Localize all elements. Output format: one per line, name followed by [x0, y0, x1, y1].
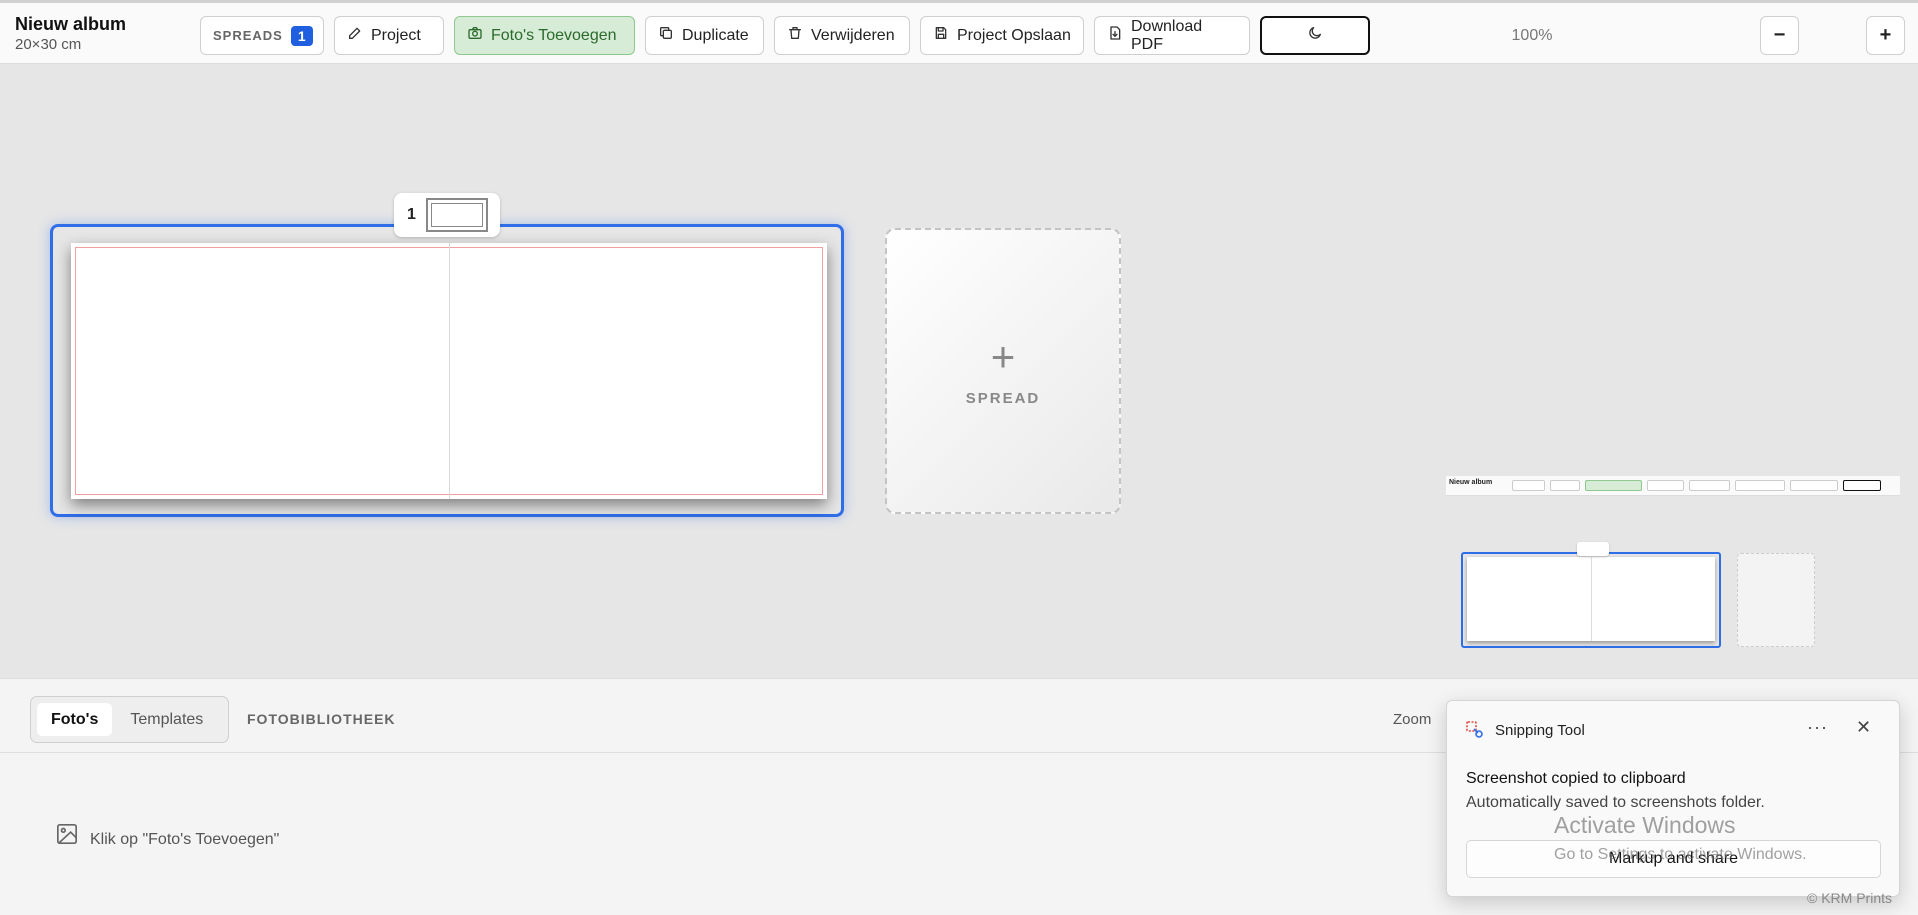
delete-button[interactable]: Verwijderen [774, 16, 910, 55]
spread-fold-line [449, 243, 450, 499]
moon-icon [1307, 25, 1323, 46]
spread-thumbnail [425, 198, 488, 232]
top-toolbar: Nieuw album 20×30 cm SPREADS 1 Project F… [0, 0, 1918, 64]
preview-spread-tab [1577, 542, 1609, 556]
save-icon [933, 25, 949, 46]
spreads-counter[interactable]: SPREADS 1 [200, 16, 324, 55]
preview-button [1585, 480, 1642, 491]
download-pdf-button[interactable]: Download PDF [1094, 16, 1250, 55]
preview-add-spread [1737, 553, 1815, 647]
save-label: Project Opslaan [957, 26, 1071, 44]
delete-label: Verwijderen [811, 26, 895, 44]
notification-app-name: Snipping Tool [1495, 722, 1585, 739]
image-icon [56, 823, 78, 845]
more-options-icon[interactable]: ··· [1807, 717, 1828, 738]
screenshot-preview: Nieuw album [1446, 476, 1900, 676]
activate-windows-title: Activate Windows [1554, 812, 1736, 838]
spreads-label: SPREADS [213, 28, 283, 43]
zoom-out-button[interactable]: − [1760, 16, 1799, 55]
duplicate-button[interactable]: Duplicate [645, 16, 764, 55]
project-label: Project [371, 26, 421, 44]
spread-card[interactable] [50, 224, 844, 517]
preview-button [1790, 480, 1838, 491]
preview-button [1550, 480, 1580, 491]
spread-number: 1 [407, 206, 416, 223]
save-project-button[interactable]: Project Opslaan [920, 16, 1084, 55]
preview-button [1735, 480, 1785, 491]
plus-icon: + [990, 332, 1016, 380]
add-spread-label: SPREAD [965, 389, 1041, 407]
preview-button [1689, 480, 1730, 491]
tab-photos[interactable]: Foto's [37, 703, 113, 736]
panel-tabs: Foto's Templates [30, 696, 229, 743]
zoom-in-button[interactable]: + [1866, 16, 1905, 55]
empty-library-hint: Klik op "Foto's Toevoegen" [90, 831, 280, 848]
file-download-icon [1107, 25, 1123, 46]
tab-templates[interactable]: Templates [116, 703, 217, 736]
album-title: Nieuw album [15, 14, 127, 34]
add-spread-button[interactable]: + SPREAD [885, 228, 1121, 514]
library-label: FOTOBIBLIOTHEEK [247, 711, 396, 727]
spread-tab[interactable]: 1 [394, 193, 500, 237]
snipping-tool-icon [1466, 721, 1484, 739]
preview-page [1467, 557, 1715, 641]
preview-title: Nieuw album [1449, 479, 1493, 486]
copy-icon [658, 25, 674, 46]
footer-credit: © KRM Prints [1807, 890, 1892, 906]
project-button[interactable]: Project [334, 16, 444, 55]
preview-button [1647, 480, 1684, 491]
close-icon[interactable]: ✕ [1856, 717, 1871, 738]
preview-button [1843, 480, 1881, 491]
preview-toolbar: Nieuw album [1446, 476, 1900, 496]
zoom-level: 100% [1511, 27, 1553, 44]
camera-icon [467, 25, 483, 46]
dark-mode-toggle[interactable] [1260, 16, 1370, 55]
add-photos-button[interactable]: Foto's Toevoegen [454, 16, 635, 55]
activate-windows-subtitle: Go to Settings to activate Windows. [1554, 846, 1807, 863]
notification-message: Automatically saved to screenshots folde… [1466, 794, 1765, 811]
download-label: Download PDF [1131, 17, 1203, 53]
snipping-tool-notification[interactable]: Snipping Tool ··· ✕ Screenshot copied to… [1446, 700, 1900, 897]
duplicate-label: Duplicate [682, 26, 749, 44]
add-photos-label: Foto's Toevoegen [491, 26, 617, 44]
preview-spread [1461, 552, 1721, 648]
panel-zoom-label: Zoom [1393, 711, 1432, 728]
spreads-count-badge: 1 [290, 25, 313, 46]
preview-fold-line [1591, 557, 1592, 641]
trash-icon [787, 25, 803, 46]
notification-title: Screenshot copied to clipboard [1466, 770, 1686, 787]
pencil-icon [347, 25, 363, 46]
album-size: 20×30 cm [15, 36, 82, 53]
spread-page[interactable] [71, 243, 827, 499]
preview-button [1512, 480, 1545, 491]
